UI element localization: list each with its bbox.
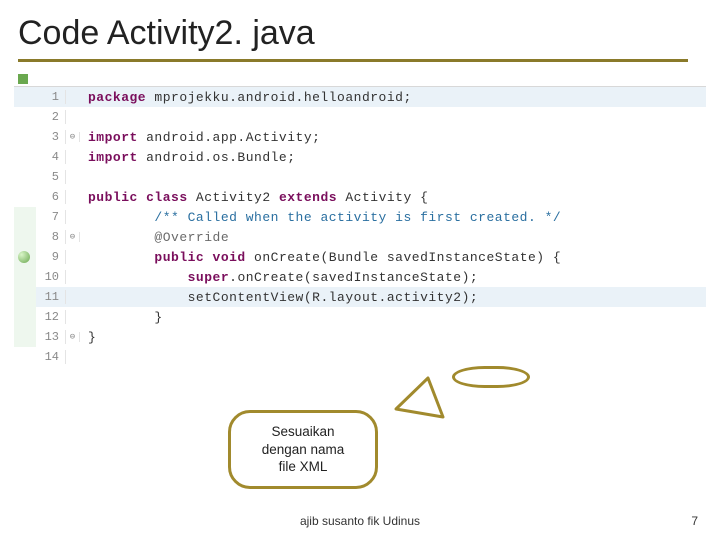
line-number: 7 [36,210,66,224]
callout-line: dengan nama [237,441,369,459]
code-editor: 1package mprojekku.android.helloandroid;… [14,86,706,406]
line-number: 3 [36,130,66,144]
override-marker-icon [18,251,30,263]
callout: Sesuaikan dengan nama file XML [228,410,378,489]
accent-square [18,74,28,84]
line-number: 1 [36,90,66,104]
title-underline [18,59,688,62]
footer-text: ajib susanto fik Udinus [0,514,720,528]
line-number: 14 [36,350,66,364]
title-block: Code Activity2. java [0,0,720,68]
callout-line: Sesuaikan [237,423,369,441]
line-number: 5 [36,170,66,184]
line-number: 9 [36,250,66,264]
slide-title: Code Activity2. java [18,14,702,53]
callout-line: file XML [237,458,369,476]
line-number: 11 [36,290,66,304]
line-number: 2 [36,110,66,124]
line-number: 13 [36,330,66,344]
line-number: 8 [36,230,66,244]
line-number: 6 [36,190,66,204]
circle-highlight [452,366,530,388]
line-number: 12 [36,310,66,324]
line-number: 4 [36,150,66,164]
page-number: 7 [691,514,698,528]
line-number: 10 [36,270,66,284]
